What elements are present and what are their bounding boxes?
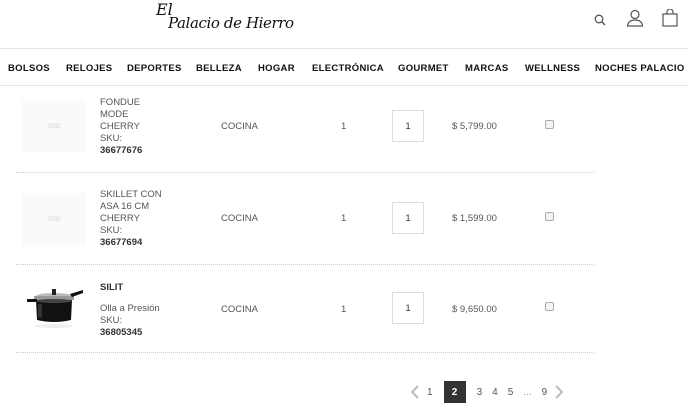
sku-number: 36677676: [100, 145, 143, 156]
nav-item-relojes[interactable]: RELOJES: [66, 63, 112, 74]
product-count: 1: [341, 121, 347, 132]
product-brand: SILIT: [100, 282, 124, 293]
product-name[interactable]: SKILLET CON ASA 16 CM CHERRY: [100, 189, 162, 224]
page-ellipsis: ...: [523, 386, 532, 398]
thumbnail-brand-text: Silit: [47, 215, 61, 223]
product-name[interactable]: FONDUE MODE CHERRY: [100, 97, 140, 132]
quantity-input[interactable]: 1: [392, 110, 424, 142]
product-price: $ 1,599.00: [452, 213, 497, 224]
select-checkbox[interactable]: [545, 120, 554, 129]
nav-item-deportes[interactable]: DEPORTES: [127, 63, 182, 74]
header-actions: [593, 8, 679, 28]
nav-item-hogar[interactable]: HOGAR: [258, 63, 295, 74]
product-description: FONDUE MODE CHERRY SKU: 36677676: [100, 97, 170, 157]
nav-item-wellness[interactable]: WELLNESS: [525, 63, 580, 74]
product-category: COCINA: [221, 121, 258, 132]
site-logo[interactable]: El Palacio de Hierro: [156, 2, 294, 36]
table-row: SILIT Olla a Presión SKU: 36805345 COCIN…: [16, 265, 594, 353]
nav-item-electronica[interactable]: ELECTRÓNICA: [312, 63, 384, 74]
nav-item-noches-palacio[interactable]: NOCHES PALACIO: [595, 63, 685, 74]
pagination: 1 2 3 4 5 ... 9: [408, 381, 566, 403]
page-link[interactable]: 1: [427, 387, 433, 398]
product-description: SILIT Olla a Presión SKU: 36805345: [100, 282, 170, 339]
product-category: COCINA: [221, 213, 258, 224]
product-thumbnail[interactable]: Silit: [22, 193, 86, 245]
product-category: COCINA: [221, 304, 258, 315]
search-icon[interactable]: [593, 13, 607, 27]
sku-number: 36805345: [100, 327, 143, 338]
product-name[interactable]: Olla a Presión: [100, 303, 160, 314]
user-icon[interactable]: [625, 8, 645, 28]
product-count: 1: [341, 213, 347, 224]
sku-number: 36677694: [100, 237, 143, 248]
chevron-right-icon[interactable]: [552, 382, 566, 402]
thumbnail-brand-text: Silit: [47, 122, 61, 130]
product-thumbnail[interactable]: [22, 281, 86, 333]
product-price: $ 5,799.00: [452, 121, 497, 132]
product-price: $ 9,650.00: [452, 304, 497, 315]
quantity-input[interactable]: 1: [392, 292, 424, 324]
site-header: El Palacio de Hierro: [0, 0, 689, 48]
page-link[interactable]: 9: [542, 387, 548, 398]
nav-item-bolsos[interactable]: BOLSOS: [8, 63, 50, 74]
product-count: 1: [341, 304, 347, 315]
chevron-left-icon[interactable]: [408, 382, 422, 402]
select-checkbox[interactable]: [545, 302, 554, 311]
shopping-bag-icon[interactable]: [661, 8, 679, 28]
nav-item-gourmet[interactable]: GOURMET: [398, 63, 449, 74]
sku-label: SKU:: [100, 133, 123, 144]
quantity-input[interactable]: 1: [392, 202, 424, 234]
nav-item-marcas[interactable]: MARCAS: [465, 63, 509, 74]
page-link[interactable]: 3: [477, 387, 483, 398]
page-link[interactable]: 4: [492, 387, 498, 398]
sku-label: SKU:: [100, 225, 123, 236]
page-link[interactable]: 5: [508, 387, 514, 398]
table-row: Silit FONDUE MODE CHERRY SKU: 36677676 C…: [16, 86, 594, 173]
main-navigation: BOLSOS RELOJES DEPORTES BELLEZA HOGAR EL…: [0, 48, 689, 86]
page-link-current[interactable]: 2: [443, 381, 466, 403]
nav-item-belleza[interactable]: BELLEZA: [196, 63, 242, 74]
product-description: SKILLET CON ASA 16 CM CHERRY SKU: 366776…: [100, 189, 170, 249]
logo-name: Palacio de Hierro: [168, 14, 294, 32]
product-thumbnail[interactable]: Silit: [22, 100, 86, 152]
select-checkbox[interactable]: [545, 212, 554, 221]
sku-label: SKU:: [100, 315, 123, 326]
table-row: Silit SKILLET CON ASA 16 CM CHERRY SKU: …: [16, 173, 594, 265]
pressure-cooker-image: [27, 289, 83, 328]
